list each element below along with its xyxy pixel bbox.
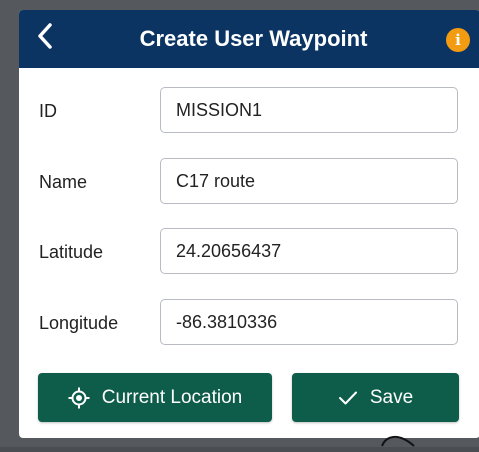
dialog-title: Create User Waypoint — [139, 26, 368, 51]
latitude-label: Latitude — [39, 242, 104, 262]
name-row: Name — [19, 158, 479, 206]
name-label: Name — [39, 172, 88, 192]
back-button[interactable] — [27, 20, 63, 56]
id-row: ID — [19, 87, 479, 135]
info-icon[interactable]: i — [446, 28, 470, 52]
screen-background: Create User Waypoint i ID Name Latitude — [0, 0, 479, 447]
check-icon — [338, 390, 358, 406]
current-location-label: Current Location — [101, 386, 243, 408]
latitude-row: Latitude — [19, 228, 479, 276]
latitude-field[interactable] — [160, 228, 458, 274]
longitude-label: Longitude — [39, 313, 119, 333]
longitude-row: Longitude — [19, 299, 479, 347]
create-waypoint-dialog: Create User Waypoint i ID Name Latitude — [19, 10, 479, 438]
pointer-cursor-icon — [380, 432, 416, 452]
id-label: ID — [39, 101, 57, 121]
save-button[interactable]: Save — [292, 373, 459, 422]
dialog-header: Create User Waypoint i — [19, 10, 479, 68]
save-label: Save — [369, 386, 414, 408]
longitude-field[interactable] — [160, 299, 458, 345]
current-location-button[interactable]: Current Location — [38, 373, 272, 422]
crosshair-icon — [68, 387, 90, 409]
chevron-left-icon — [35, 22, 55, 55]
id-field[interactable] — [160, 87, 458, 133]
name-field[interactable] — [160, 158, 458, 204]
